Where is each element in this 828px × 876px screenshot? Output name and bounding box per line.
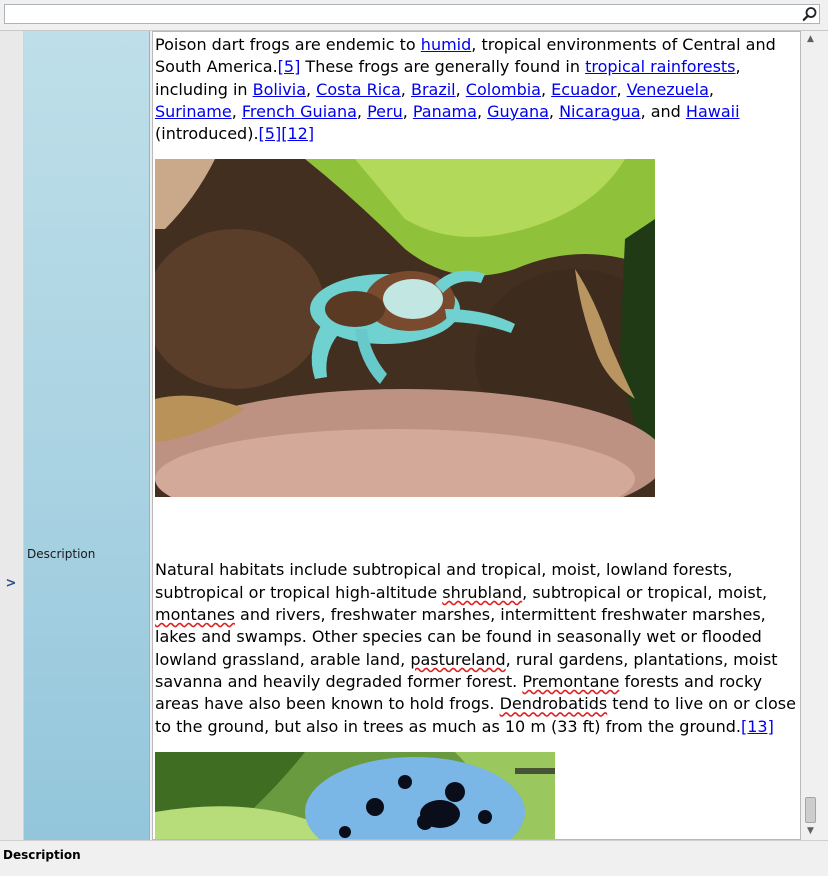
scroll-up-icon[interactable]: ▲ — [802, 31, 819, 48]
text-run: , — [708, 79, 714, 99]
text-run: , — [476, 101, 488, 121]
hyperlink[interactable]: tropical rainforests — [585, 57, 735, 76]
hyperlink[interactable]: [5] — [259, 124, 282, 143]
row-expander-icon[interactable]: > — [4, 576, 18, 592]
frog-photo-green-black — [155, 159, 655, 498]
misspelled-word: pastureland — [410, 649, 506, 669]
text-run: , — [356, 101, 368, 121]
search-bar — [0, 0, 828, 31]
text-run: , — [548, 101, 560, 121]
text-run: , — [616, 79, 627, 99]
scroll-down-icon[interactable]: ▼ — [802, 823, 819, 840]
hyperlink[interactable]: French Guiana — [242, 102, 357, 121]
text-run: Poison dart frogs are endemic to — [155, 35, 421, 54]
property-name-cell[interactable]: Description — [24, 31, 150, 840]
misspelled-word: Dendrobatids — [499, 694, 608, 714]
paragraph-habitat-range: Poison dart frogs are endemic to humid , … — [155, 34, 798, 145]
hyperlink[interactable]: Suriname — [155, 102, 232, 121]
hyperlink[interactable]: humid — [421, 35, 471, 54]
misspelled-word: shrubland — [442, 582, 523, 602]
footer-title: Description — [3, 848, 81, 862]
hyperlink[interactable]: Colombia — [466, 80, 541, 99]
text-run: , — [402, 101, 413, 121]
frog-photo-blue-black — [155, 751, 555, 839]
property-label: Description — [27, 547, 96, 561]
hyperlink[interactable]: Hawaii — [686, 102, 740, 121]
hyperlink[interactable]: Venezuela — [627, 80, 709, 99]
text-run: , — [455, 79, 466, 99]
paragraph-natural-habitats: Natural habitats include subtropical and… — [155, 559, 798, 737]
hyperlink[interactable]: Costa Rica — [316, 80, 401, 99]
text-run: These frogs are generally found in — [300, 57, 586, 77]
hyperlink[interactable]: Nicaragua — [559, 102, 641, 121]
search-icon[interactable] — [802, 6, 818, 22]
text-run: , and — [640, 101, 686, 121]
text-run: (introduced). — [155, 124, 259, 144]
misspelled-word: montanes — [155, 605, 235, 625]
hyperlink[interactable]: Guyana — [487, 102, 549, 121]
hyperlink[interactable]: Peru — [367, 102, 403, 121]
window-edge — [819, 31, 828, 840]
text-run: , — [231, 101, 242, 121]
text-run: , subtropical or tropical, moist, — [522, 582, 768, 602]
hyperlink[interactable]: Bolivia — [253, 80, 306, 99]
misspelled-word: Premontane — [522, 671, 620, 691]
text-run: , — [540, 79, 552, 99]
row-gutter: > — [0, 31, 24, 840]
hyperlink[interactable]: [5] — [278, 57, 301, 76]
hyperlink[interactable]: Ecuador — [551, 80, 616, 99]
search-input[interactable] — [4, 4, 820, 24]
vertical-scrollbar[interactable]: ▲ ▼ — [802, 31, 819, 840]
hyperlink[interactable]: [13] — [741, 717, 774, 736]
text-run: , — [400, 79, 411, 99]
hyperlink[interactable]: Brazil — [411, 80, 456, 99]
description-footer: Description — [0, 840, 828, 876]
description-content[interactable]: Poison dart frogs are endemic to humid , … — [152, 31, 801, 840]
text-run: , — [306, 79, 317, 99]
hyperlink[interactable]: Panama — [413, 102, 477, 121]
scroll-thumb[interactable] — [805, 797, 816, 823]
hyperlink[interactable]: [12] — [281, 124, 314, 143]
